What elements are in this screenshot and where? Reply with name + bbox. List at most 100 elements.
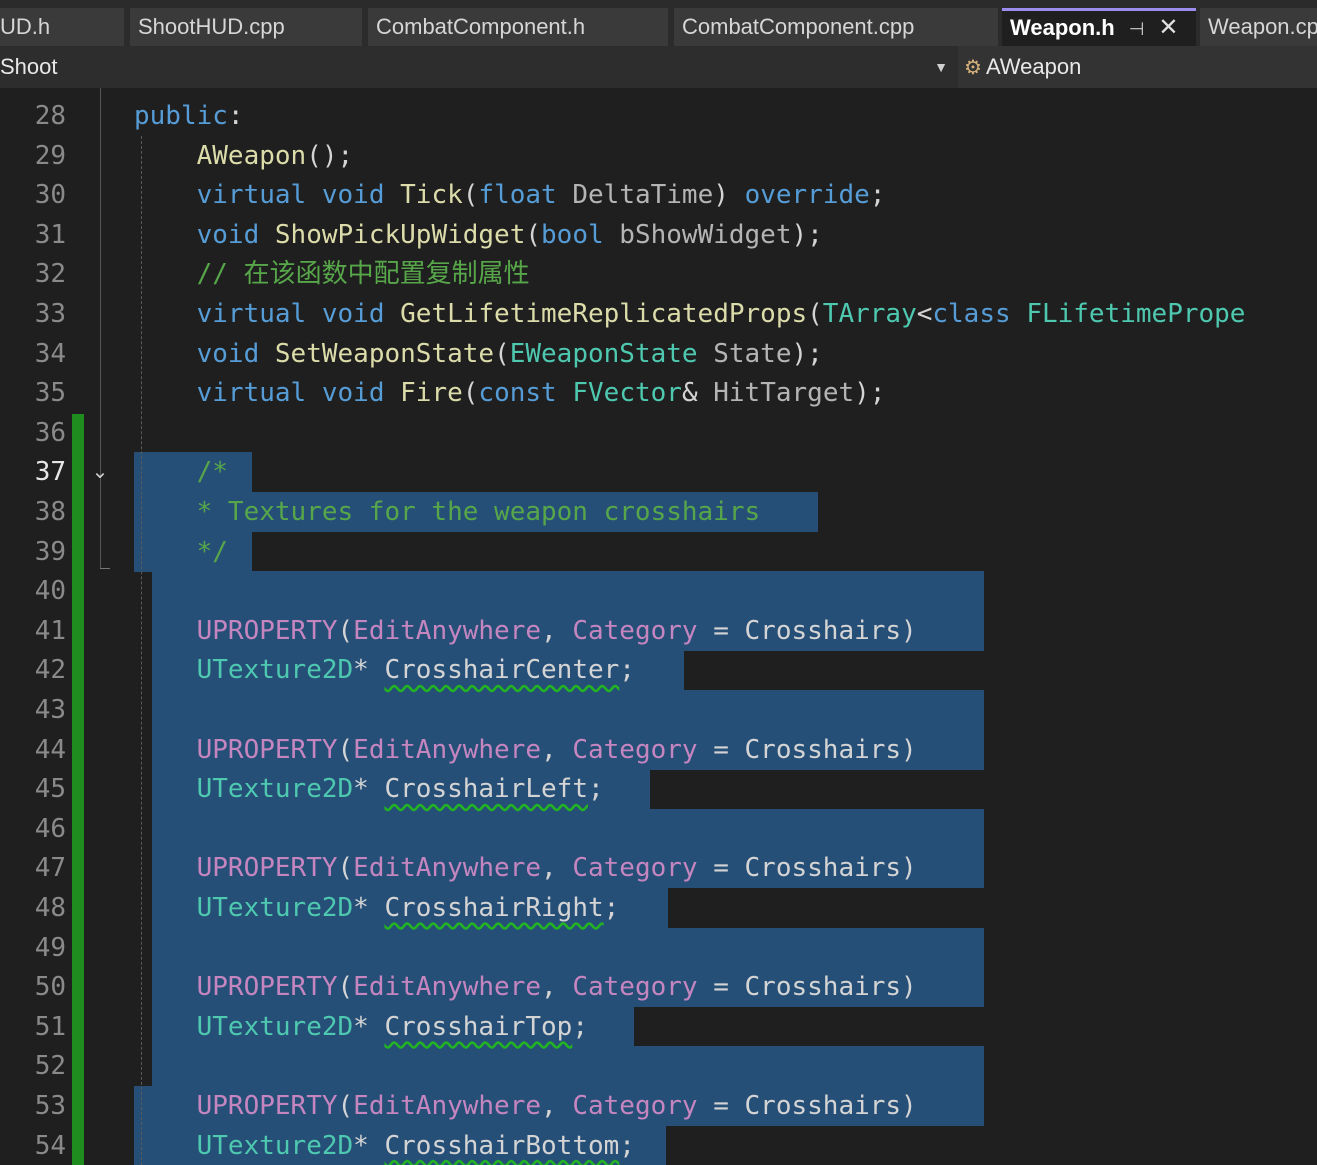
code-token: * [353,774,385,805]
code-token: TArray [822,299,917,329]
code-token: CrosshairCenter [384,655,620,686]
code-token: Fire [400,378,463,409]
line-number: 42 [34,655,66,686]
code-line: UTexture2D* CrosshairRight; [134,888,620,928]
code-token: , [541,972,573,1003]
class-scope-dropdown[interactable]: ⚙ AWeapon [958,46,1317,88]
tab-label: UD.h [0,14,51,39]
dropdown-arrow-icon[interactable]: ▼ [934,46,948,88]
tab-bar: UD.h ShootHUD.cpp CombatComponent.h Comb… [0,0,1317,46]
code-token: < [916,299,933,329]
code-token: & [681,378,714,409]
fold-guide [100,88,101,568]
project-dropdown[interactable]: Shoot ▼ [0,46,952,88]
tab-combatcomponent-h[interactable]: CombatComponent.h [368,8,668,46]
code-token: : [227,101,244,131]
line-number: 39 [34,536,66,567]
code-token: * [353,1011,385,1042]
code-line: * Textures for the weapon crosshairs [134,492,761,532]
line-number: 46 [34,813,66,844]
pin-icon[interactable]: ⊣ [1129,19,1145,39]
code-line: AWeapon(); [134,136,354,176]
navigation-bar: Shoot ▼ ⚙ AWeapon [0,46,1317,89]
change-indicator [72,414,84,1165]
tab-label: CombatComponent.h [376,14,586,39]
tab-combatcomponent-cpp[interactable]: CombatComponent.cpp [674,8,998,46]
code-token: virtual [196,378,307,409]
tab-label: CombatComponent.cpp [682,14,915,39]
line-number: 29 [34,140,66,171]
chevron-down-icon[interactable]: ⌄ [88,452,112,492]
code-token: * [353,1130,385,1161]
code-token: * [353,893,385,923]
code-token: Category [572,615,698,646]
code-line: UPROPERTY(EditAnywhere, Category = Cross… [134,730,917,770]
code-token: EditAnywhere [353,615,542,646]
tab-weapon-h[interactable]: Weapon.h ⊣ ✕ [1002,8,1196,46]
code-token: SetWeaponState [274,338,495,369]
code-token: virtual [196,299,307,329]
code-token: */ [196,536,228,567]
code-token: = Crosshairs) [697,1091,917,1121]
code-token: UTexture2D [196,893,354,923]
code-token: CrosshairTop [384,1011,573,1042]
line-number: 36 [34,417,66,448]
code-token: , [541,853,573,884]
code-token: ; [572,1011,588,1042]
code-token: UTexture2D [196,1011,354,1042]
code-token: EditAnywhere [353,853,542,884]
code-token: ); [791,338,823,369]
tab-label: Weapon.cp [1208,14,1317,39]
code-editor[interactable]: ⌄ 28 public: 29 AWeapon(); 30 virtual void … [0,88,1317,1165]
code-token: * Textures for the weapon crosshairs [196,497,761,527]
code-token: , [541,1091,573,1121]
close-icon[interactable]: ✕ [1158,14,1178,41]
code-token: UPROPERTY [196,1091,338,1121]
code-token: CrosshairBottom [384,1130,620,1161]
tab-shoothud-cpp[interactable]: ShootHUD.cpp [130,8,362,46]
code-token: class [932,299,1011,329]
line-number: 35 [34,378,66,409]
code-token: = Crosshairs) [697,853,917,884]
code-token: bool [541,219,604,250]
code-line: virtual void Tick(float DeltaTime) overr… [134,175,886,215]
code-token: void [321,299,385,329]
code-line: UPROPERTY(EditAnywhere, Category = Cross… [134,848,917,888]
code-token: HitTarget [713,378,855,409]
code-token: void [196,338,260,369]
tab-label: Weapon.h [1010,15,1115,40]
code-token: ); [854,378,886,409]
code-token: EditAnywhere [353,734,542,765]
line-number: 31 [34,219,66,250]
code-token: UPROPERTY [196,972,338,1003]
code-line: UPROPERTY(EditAnywhere, Category = Cross… [134,967,917,1007]
code-token: public [134,101,228,131]
tab-ud-h[interactable]: UD.h [0,8,124,46]
line-number: 41 [34,615,66,646]
code-token: UTexture2D [196,774,354,805]
code-token: UPROPERTY [196,853,338,884]
code-token: DeltaTime [572,180,714,211]
class-icon: ⚙ [964,57,982,79]
project-label: Shoot [0,54,58,79]
fold-end-marker [100,568,110,569]
tab-weapon-cpp[interactable]: Weapon.cp [1200,8,1317,46]
line-number: 38 [34,497,66,527]
code-token: , [541,734,573,765]
